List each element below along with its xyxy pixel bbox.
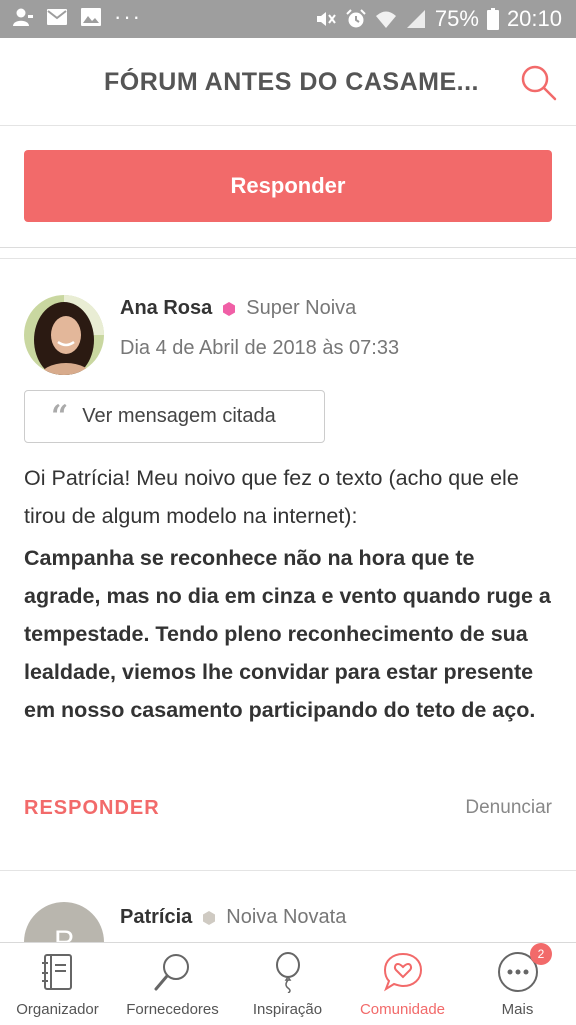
- mute-icon: [316, 12, 336, 26]
- tab-label: Comunidade: [359, 1001, 446, 1018]
- forum-post-2: P Patrícia Noiva Novata: [0, 872, 576, 942]
- post-author-line: Ana Rosa Super Noiva: [120, 297, 356, 320]
- tab-organizador[interactable]: Organizador: [0, 943, 115, 1025]
- status-time: 20:10: [506, 6, 562, 31]
- notebook-icon: [42, 954, 72, 990]
- author-name[interactable]: Patrícia: [120, 906, 192, 929]
- tab-fornecedores[interactable]: Fornecedores: [115, 943, 230, 1025]
- avatar[interactable]: [24, 295, 104, 375]
- app-header: FÓRUM ANTES DO CASAME...: [0, 38, 576, 126]
- post-body: Oi Patrícia! Meu noivo que fez o texto (…: [24, 459, 554, 729]
- avatar[interactable]: P: [24, 902, 104, 942]
- tab-label: Inspiração: [252, 1001, 323, 1018]
- rank-badge-icon: [223, 301, 236, 316]
- avatar-photo: [24, 295, 104, 375]
- search-icon[interactable]: [518, 62, 558, 102]
- battery-percent: 75%: [434, 6, 479, 31]
- notification-badge: 2: [530, 943, 552, 965]
- view-quote-button[interactable]: “ Ver mensagem citada: [24, 390, 325, 443]
- tab-inspiracao[interactable]: Inspiração: [230, 943, 345, 1025]
- status-bar: ··· 75% 20:10: [0, 0, 576, 38]
- view-quote-label: Ver mensagem citada: [82, 405, 276, 427]
- rank-badge-icon: [203, 910, 216, 925]
- wifi-icon: [375, 11, 396, 28]
- post-paragraph: Oi Patrícia! Meu noivo que fez o texto (…: [24, 466, 519, 528]
- respond-section: Responder: [0, 126, 576, 248]
- status-bar-right: 75% 20:10: [315, 6, 562, 32]
- magnifier-icon: [154, 954, 189, 991]
- author-rank: Noiva Novata: [226, 906, 347, 928]
- post-author-line: Patrícia Noiva Novata: [120, 906, 346, 929]
- tab-mais[interactable]: 2 Mais: [460, 943, 575, 1025]
- post-paragraph-bold: Campanha se reconhece não na hora que te…: [24, 546, 551, 722]
- bottom-tab-bar: Organizador Fornecedores Inspiração Comu…: [0, 942, 576, 1024]
- forum-post: Ana Rosa Super Noiva Dia 4 de Abril de 2…: [0, 259, 576, 871]
- more-dots-icon: ···: [114, 4, 142, 29]
- respond-button[interactable]: Responder: [24, 150, 552, 222]
- signal-icon: [406, 10, 425, 28]
- balloon-icon: [276, 952, 300, 993]
- battery-icon: [486, 8, 499, 30]
- page-title: FÓRUM ANTES DO CASAME...: [104, 68, 479, 96]
- author-name[interactable]: Ana Rosa: [120, 297, 212, 320]
- alarm-icon: [346, 9, 366, 28]
- reply-link[interactable]: RESPONDER: [24, 797, 160, 820]
- tab-label: Mais: [501, 1001, 534, 1018]
- mail-icon: [47, 9, 67, 25]
- image-icon: [81, 8, 101, 26]
- heart-chat-icon: [383, 952, 423, 992]
- report-link[interactable]: Denunciar: [465, 797, 552, 819]
- user-icon: [13, 8, 33, 26]
- tab-label: Fornecedores: [126, 1001, 219, 1018]
- status-bar-left: ···: [12, 4, 142, 29]
- post-date: Dia 4 de Abril de 2018 às 07:33: [120, 337, 400, 359]
- tab-label: Organizador: [16, 1001, 99, 1018]
- author-rank: Super Noiva: [246, 297, 357, 319]
- tab-comunidade[interactable]: Comunidade: [345, 943, 460, 1025]
- quote-icon: “: [51, 398, 69, 434]
